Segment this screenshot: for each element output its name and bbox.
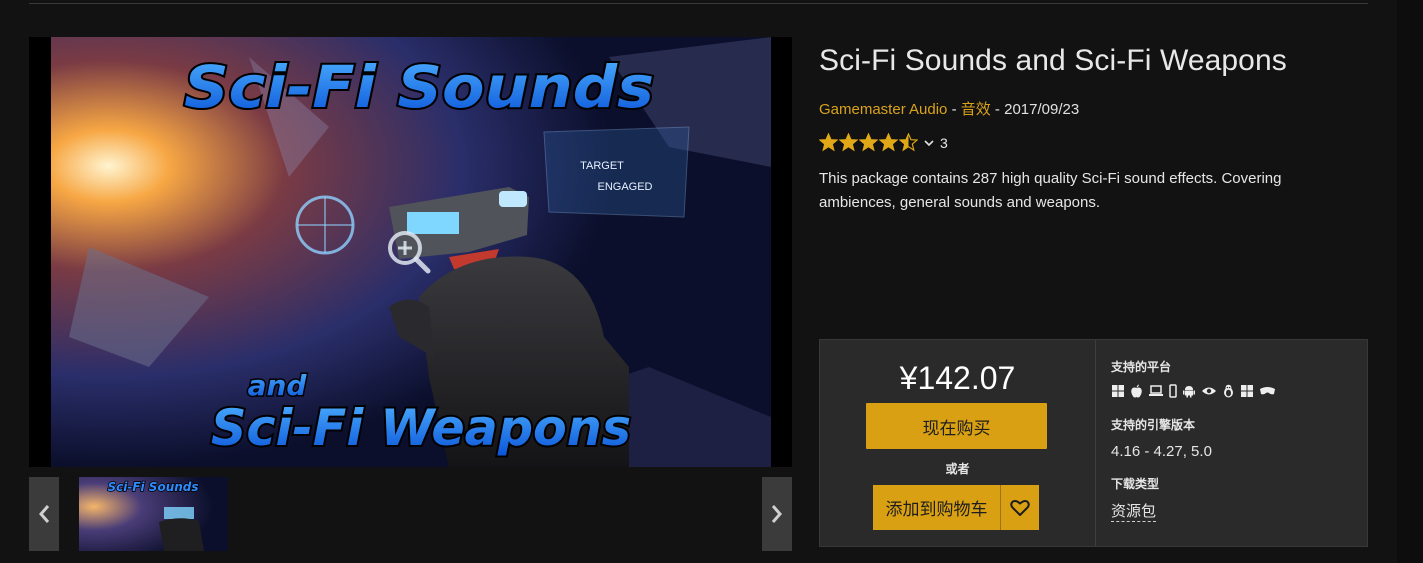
- or-label: 或者: [945, 462, 970, 476]
- zoom-icon[interactable]: [384, 227, 434, 277]
- linux-icon: [1222, 384, 1235, 403]
- add-to-cart-button[interactable]: 添加到购物车: [873, 485, 1000, 530]
- release-date: 2017/09/23: [1004, 101, 1080, 118]
- hero-title-line-3: Sci-Fi Weapons: [211, 399, 631, 457]
- hero-title-line-2: and: [248, 369, 308, 402]
- buy-now-button[interactable]: 现在购买: [866, 403, 1047, 449]
- windows-icon: [1240, 384, 1254, 403]
- star-icon: [899, 133, 918, 152]
- publisher-link[interactable]: Gamemaster Audio: [819, 101, 947, 118]
- hud-text-1: TARGET: [580, 160, 624, 172]
- star-icon: [839, 133, 858, 152]
- laptop-icon: [1148, 384, 1164, 403]
- cart-button-group: 添加到购物车: [873, 485, 1039, 530]
- top-divider: [29, 3, 1368, 4]
- star-icon: [859, 133, 878, 152]
- platforms-label: 支持的平台: [1111, 360, 1172, 374]
- heart-icon: [1010, 499, 1030, 516]
- engine-versions: 4.16 - 4.27, 5.0: [1111, 443, 1212, 460]
- chevron-right-icon: [771, 505, 782, 523]
- rating-count[interactable]: 3: [940, 135, 948, 151]
- thumbnail-caption: Sci-Fi Sounds: [107, 480, 198, 494]
- download-type-label: 下载类型: [1111, 477, 1160, 491]
- price: ¥142.07: [899, 360, 1016, 396]
- gallery-next-button[interactable]: [762, 477, 792, 551]
- product-meta: Gamemaster Audio - 音效 - 2017/09/23: [819, 98, 1079, 119]
- download-type-link[interactable]: 资源包: [1111, 500, 1157, 522]
- meta-separator: -: [990, 101, 1005, 118]
- chevron-down-icon[interactable]: [924, 138, 934, 148]
- hud-text-2: ENGAGED: [597, 181, 652, 193]
- rating[interactable]: 3: [819, 133, 948, 152]
- platform-icons: [1111, 384, 1276, 403]
- windows-icon: [1111, 384, 1125, 403]
- gallery-thumbnail[interactable]: Sci-Fi Sounds: [79, 477, 228, 551]
- rating-stars: [819, 133, 918, 152]
- star-icon: [819, 133, 838, 152]
- purchase-panel: ¥142.07 现在购买 或者 添加到购物车 支持的平台 支持的引擎版本 4.1…: [819, 339, 1368, 547]
- thumbnail-artwork: Sci-Fi Sounds: [79, 477, 228, 551]
- headset-icon: [1259, 384, 1276, 403]
- page-edge: [1397, 0, 1423, 563]
- star-icon: [879, 133, 898, 152]
- product-title: Sci-Fi Sounds and Sci-Fi Weapons: [819, 44, 1287, 77]
- meta-separator: -: [947, 101, 961, 118]
- product-hero-image[interactable]: TARGET ENGAGED Sci-Fi Sounds and Sci-Fi …: [29, 37, 792, 467]
- engine-label: 支持的引擎版本: [1111, 418, 1196, 432]
- eye-icon: [1201, 384, 1217, 403]
- hero-title-line-1: Sci-Fi Sounds: [184, 53, 654, 121]
- android-icon: [1182, 384, 1196, 403]
- gallery-prev-button[interactable]: [29, 477, 59, 551]
- mobile-icon: [1169, 384, 1177, 403]
- panel-divider: [1095, 340, 1096, 546]
- category-link[interactable]: 音效: [961, 101, 991, 118]
- chevron-left-icon: [39, 505, 50, 523]
- apple-icon: [1130, 384, 1143, 403]
- wishlist-button[interactable]: [1000, 485, 1039, 530]
- product-description: This package contains 287 high quality S…: [819, 170, 1282, 211]
